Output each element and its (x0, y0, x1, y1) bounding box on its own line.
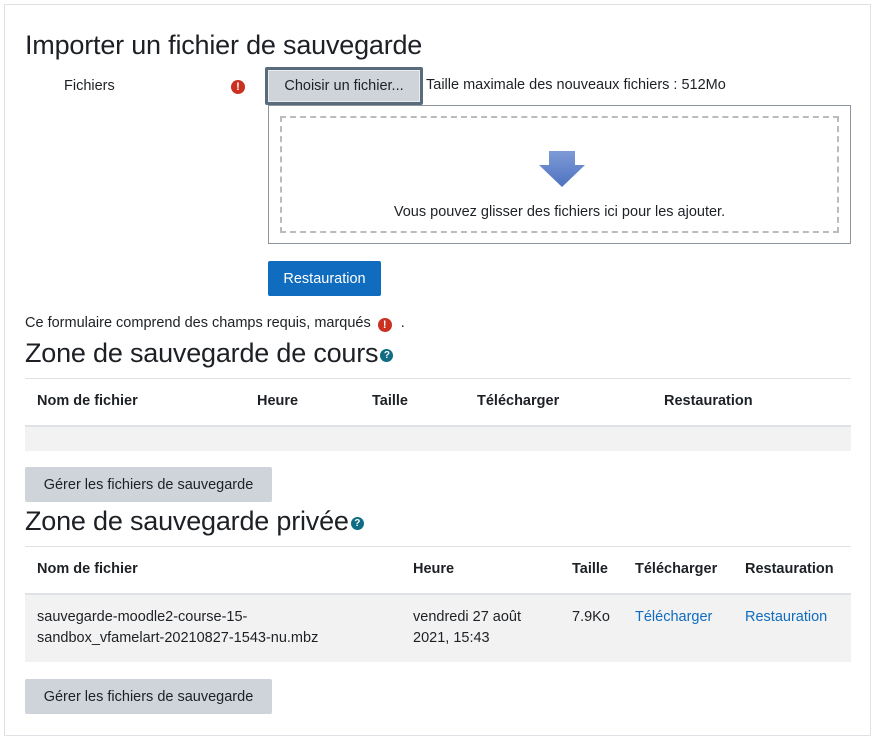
column-header-time: Heure (257, 393, 299, 409)
empty-table-row (25, 427, 851, 451)
table-row: sauvegarde-moodle2-course-15- sandbox_vf… (25, 595, 851, 662)
required-icon: ! (231, 80, 245, 94)
filename-line: sandbox_vfamelart-20210827-1543-nu.mbz (37, 630, 319, 646)
help-icon[interactable]: ? (380, 349, 394, 362)
manage-backups-button[interactable]: Gérer les fichiers de sauvegarde (25, 467, 272, 502)
course-zone-title-text: Zone de sauvegarde de cours (25, 338, 379, 368)
size-cell: 7.9Ko (572, 609, 610, 625)
required-icon: ! (377, 318, 392, 332)
arrow-down-icon (539, 151, 585, 187)
divider (25, 378, 851, 379)
column-header-restore: Restauration (745, 561, 834, 577)
required-note-text: Ce formulaire comprend des champs requis… (25, 315, 371, 331)
filename-cell: sauvegarde-moodle2-course-15- sandbox_vf… (37, 607, 318, 649)
column-header-restore: Restauration (664, 393, 753, 409)
help-icon[interactable]: ? (350, 517, 364, 530)
column-header-size: Taille (572, 561, 608, 577)
manage-backups-button[interactable]: Gérer les fichiers de sauvegarde (25, 679, 272, 714)
private-zone-title-text: Zone de sauvegarde privée (25, 506, 349, 536)
time-cell: vendredi 27 août 2021, 15:43 (413, 607, 521, 649)
private-zone-title: Zone de sauvegarde privée? (25, 506, 364, 537)
file-dropzone[interactable]: Vous pouvez glisser des fichiers ici pou… (268, 105, 851, 244)
download-link[interactable]: Télécharger (635, 607, 712, 628)
time-line: 2021, 15:43 (413, 630, 490, 646)
divider (25, 546, 851, 547)
files-label: Fichiers (64, 78, 115, 94)
course-zone-title: Zone de sauvegarde de cours? (25, 338, 394, 369)
column-header-download: Télécharger (477, 393, 560, 409)
filename-line: sauvegarde-moodle2-course-15- (37, 609, 248, 625)
time-line: vendredi 27 août (413, 609, 522, 625)
choose-file-button[interactable]: Choisir un fichier... (265, 67, 423, 105)
restore-button[interactable]: Restauration (268, 261, 381, 296)
column-header-filename: Nom de fichier (37, 393, 138, 409)
required-note-suffix: . (400, 315, 405, 331)
dropzone-area[interactable]: Vous pouvez glisser des fichiers ici pou… (280, 116, 839, 233)
column-header-size: Taille (372, 393, 408, 409)
import-title: Importer un fichier de sauvegarde (25, 30, 423, 60)
column-header-filename: Nom de fichier (37, 561, 138, 577)
required-note: Ce formulaire comprend des champs requis… (25, 315, 405, 332)
dropzone-text: Vous pouvez glisser des fichiers ici pou… (393, 204, 726, 220)
max-size-text: Taille maximale des nouveaux fichiers : … (426, 77, 726, 93)
column-header-time: Heure (413, 561, 455, 577)
restore-link[interactable]: Restauration (745, 607, 827, 628)
column-header-download: Télécharger (635, 561, 718, 577)
